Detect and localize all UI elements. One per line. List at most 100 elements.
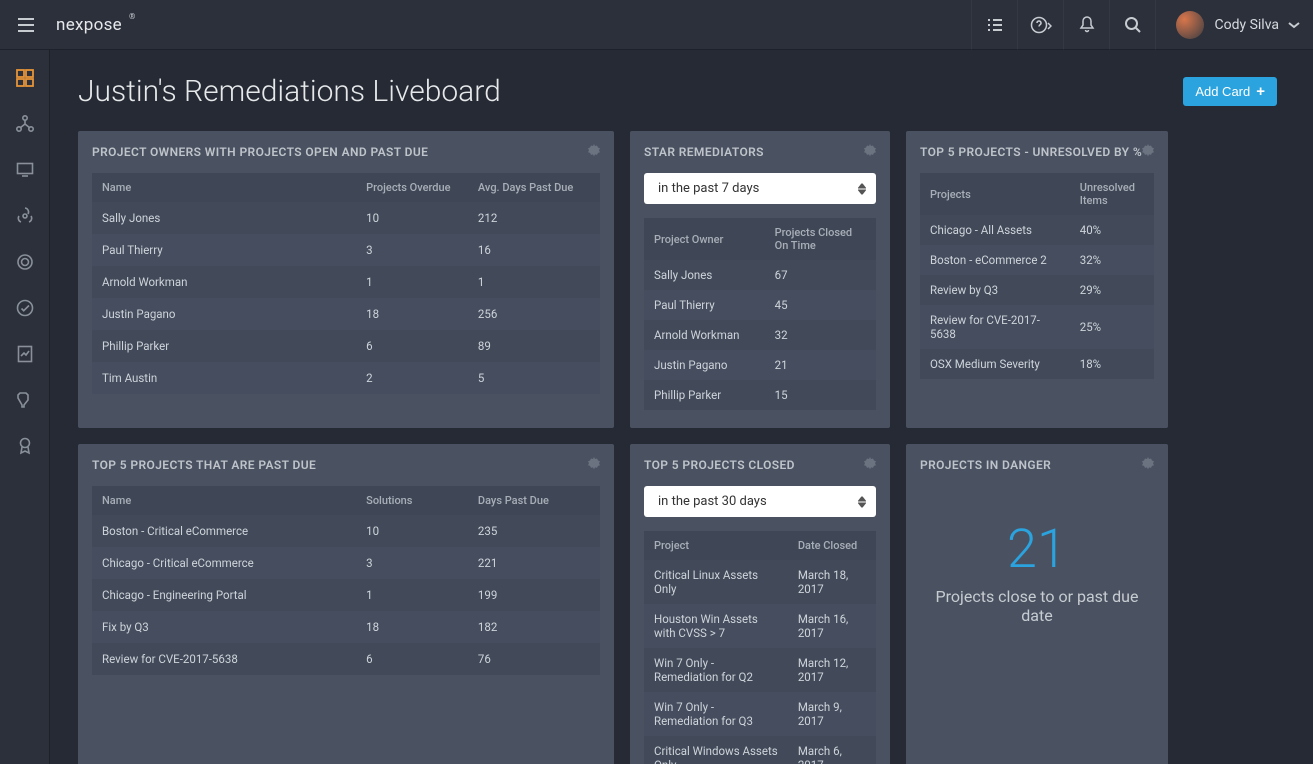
table-cell: March 6, 2017: [788, 736, 876, 764]
table-cell: 182: [468, 611, 600, 643]
table-row[interactable]: Review for CVE-2017-5638676: [92, 643, 600, 675]
card-title: PROJECT OWNERS WITH PROJECTS OPEN AND PA…: [92, 145, 600, 159]
top5-unresolved-table: Projects Unresolved Items Chicago - All …: [920, 173, 1154, 379]
table-row[interactable]: Justin Pagano21: [644, 350, 876, 380]
table-row[interactable]: Phillip Parker689: [92, 330, 600, 362]
nav-monitor-icon[interactable]: [13, 158, 37, 182]
list-icon[interactable]: [971, 0, 1017, 50]
table-row[interactable]: Review by Q329%: [920, 275, 1154, 305]
user-menu[interactable]: Cody Silva: [1155, 0, 1301, 50]
table-cell: 3: [356, 234, 468, 266]
main: Justin's Remediations Liveboard Add Card…: [50, 50, 1313, 764]
table-cell: 212: [468, 202, 600, 234]
table-row[interactable]: Chicago - Engineering Portal1199: [92, 579, 600, 611]
table-cell: 32%: [1070, 245, 1154, 275]
table-row[interactable]: Tim Austin25: [92, 362, 600, 394]
table-cell: March 9, 2017: [788, 692, 876, 736]
table-cell: 5: [468, 362, 600, 394]
table-row[interactable]: Review for CVE-2017-563825%: [920, 305, 1154, 349]
table-row[interactable]: Phillip Parker15: [644, 380, 876, 410]
page-title: Justin's Remediations Liveboard: [78, 74, 501, 109]
nav-hazard-icon[interactable]: [13, 204, 37, 228]
table-cell: Arnold Workman: [92, 266, 356, 298]
table-row[interactable]: Sally Jones67: [644, 260, 876, 290]
gear-icon[interactable]: [586, 456, 602, 476]
table-cell: 2: [356, 362, 468, 394]
table-cell: March 16, 2017: [788, 604, 876, 648]
select-arrows-icon: [858, 183, 866, 194]
gear-icon[interactable]: [862, 456, 878, 476]
nav-node-icon[interactable]: [13, 112, 37, 136]
table-cell: 76: [468, 643, 600, 675]
table-cell: Houston Win Assets with CVSS > 7: [644, 604, 788, 648]
table-cell: 18%: [1070, 349, 1154, 379]
table-row[interactable]: Houston Win Assets with CVSS > 7March 16…: [644, 604, 876, 648]
table-cell: Sally Jones: [92, 202, 356, 234]
search-icon[interactable]: [1109, 0, 1155, 50]
timeframe-select[interactable]: in the past 30 days: [644, 486, 876, 517]
table-cell: Justin Pagano: [92, 298, 356, 330]
select-value: in the past 30 days: [658, 494, 767, 509]
left-nav: [0, 50, 50, 764]
table-cell: Paul Thierry: [92, 234, 356, 266]
gear-icon[interactable]: [1140, 456, 1156, 476]
col-date: Date Closed: [788, 531, 876, 560]
table-cell: 18: [356, 611, 468, 643]
gear-icon[interactable]: [1140, 143, 1156, 163]
danger-caption: Projects close to or past due date: [920, 587, 1154, 625]
table-row[interactable]: Boston - Critical eCommerce10235: [92, 515, 600, 547]
table-cell: Review for CVE-2017-5638: [920, 305, 1070, 349]
card-top5-past-due: TOP 5 PROJECTS THAT ARE PAST DUE Name So…: [78, 444, 614, 764]
table-row[interactable]: Paul Thierry45: [644, 290, 876, 320]
nav-check-icon[interactable]: [13, 296, 37, 320]
table-row[interactable]: Critical Linux Assets OnlyMarch 18, 2017: [644, 560, 876, 604]
select-value: in the past 7 days: [658, 181, 759, 196]
table-row[interactable]: Chicago - Critical eCommerce3221: [92, 547, 600, 579]
table-row[interactable]: Win 7 Only - Remediation for Q2March 12,…: [644, 648, 876, 692]
menu-button[interactable]: [10, 9, 42, 41]
card-top5-unresolved: TOP 5 PROJECTS - UNRESOLVED BY % Project…: [906, 131, 1168, 428]
table-row[interactable]: Paul Thierry316: [92, 234, 600, 266]
gear-icon[interactable]: [862, 143, 878, 163]
table-cell: 6: [356, 330, 468, 362]
nav-target-icon[interactable]: [13, 250, 37, 274]
table-cell: 67: [765, 260, 876, 290]
table-cell: 1: [356, 579, 468, 611]
bell-icon[interactable]: [1063, 0, 1109, 50]
plus-icon: +: [1256, 84, 1265, 99]
table-cell: Arnold Workman: [644, 320, 765, 350]
table-row[interactable]: Sally Jones10212: [92, 202, 600, 234]
brand-logo: nexpose®: [56, 15, 135, 35]
table-row[interactable]: Boston - eCommerce 232%: [920, 245, 1154, 275]
table-cell: Review for CVE-2017-5638: [92, 643, 356, 675]
owners-overdue-table: Name Projects Overdue Avg. Days Past Due…: [92, 173, 600, 394]
col-project: Project: [644, 531, 788, 560]
table-row[interactable]: Arnold Workman32: [644, 320, 876, 350]
gear-icon[interactable]: [586, 143, 602, 163]
table-cell: March 18, 2017: [788, 560, 876, 604]
card-title: TOP 5 PROJECTS THAT ARE PAST DUE: [92, 458, 600, 472]
table-row[interactable]: Arnold Workman11: [92, 266, 600, 298]
table-cell: Boston - Critical eCommerce: [92, 515, 356, 547]
table-row[interactable]: Critical Windows Assets OnlyMarch 6, 201…: [644, 736, 876, 764]
table-row[interactable]: Justin Pagano18256: [92, 298, 600, 330]
table-cell: Boston - eCommerce 2: [920, 245, 1070, 275]
table-cell: Phillip Parker: [644, 380, 765, 410]
nav-badge-icon[interactable]: [13, 434, 37, 458]
table-row[interactable]: Fix by Q318182: [92, 611, 600, 643]
table-row[interactable]: Win 7 Only - Remediation for Q3March 9, …: [644, 692, 876, 736]
add-card-button[interactable]: Add Card +: [1183, 77, 1277, 106]
page-header: Justin's Remediations Liveboard Add Card…: [78, 74, 1277, 109]
timeframe-select[interactable]: in the past 7 days: [644, 173, 876, 204]
nav-report-icon[interactable]: [13, 342, 37, 366]
nav-dashboard-icon[interactable]: [13, 66, 37, 90]
table-cell: 29%: [1070, 275, 1154, 305]
table-cell: 21: [765, 350, 876, 380]
table-row[interactable]: Chicago - All Assets40%: [920, 215, 1154, 245]
help-icon[interactable]: [1017, 0, 1063, 50]
table-cell: 1: [468, 266, 600, 298]
table-cell: 89: [468, 330, 600, 362]
table-row[interactable]: OSX Medium Severity18%: [920, 349, 1154, 379]
nav-automation-icon[interactable]: [13, 388, 37, 412]
top5-past-due-table: Name Solutions Days Past Due Boston - Cr…: [92, 486, 600, 675]
